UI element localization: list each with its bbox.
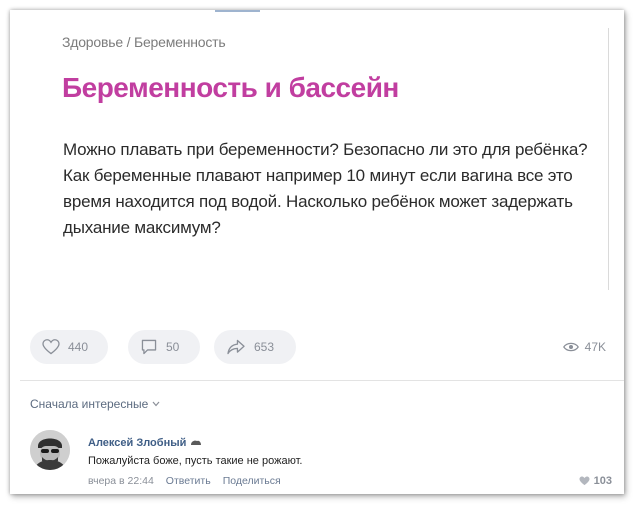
chevron-down-icon: [152, 401, 160, 407]
breadcrumb[interactable]: Здоровье / Беременность: [62, 34, 226, 50]
avatar-image: [30, 430, 70, 470]
divider: [20, 380, 624, 381]
share-link[interactable]: Поделиться: [223, 475, 281, 487]
comment-text: Пожалуйста боже, пусть такие не рожают.: [88, 455, 303, 467]
comment-author[interactable]: Алексей Злобный: [88, 437, 202, 449]
hat-icon: [191, 440, 202, 445]
post-edge-line: [608, 28, 609, 290]
heart-icon: [42, 339, 60, 355]
views-count: 47K: [584, 340, 606, 354]
comment-author-name: Алексей Злобный: [88, 437, 187, 449]
avatar[interactable]: [30, 430, 70, 470]
share-count: 653: [254, 340, 275, 354]
eye-icon: [562, 342, 579, 352]
comment-icon: [141, 339, 157, 355]
post-body: Можно плавать при беременности? Безопасн…: [63, 140, 588, 237]
heart-icon: [579, 476, 590, 486]
views-counter: 47K: [562, 340, 606, 354]
like-button[interactable]: 440: [30, 330, 108, 364]
comment-meta: вчера в 22:44 Ответить Поделиться: [88, 475, 293, 487]
comments-sort-dropdown[interactable]: Сначала интересные: [30, 397, 160, 411]
top-accent-strip: [215, 10, 260, 12]
like-count: 440: [68, 340, 89, 354]
comment-like-button[interactable]: 103: [579, 475, 612, 487]
sort-label: Сначала интересные: [30, 397, 149, 411]
share-icon: [227, 339, 245, 355]
post-card: Здоровье / Беременность Беременность и б…: [10, 10, 624, 494]
reply-link[interactable]: Ответить: [166, 475, 211, 487]
comment-button[interactable]: 50: [128, 330, 200, 364]
comment-time: вчера в 22:44: [88, 475, 154, 487]
post-title: Беременность и бассейн: [62, 72, 399, 103]
comment-count: 50: [166, 340, 180, 354]
comment-item: Алексей Злобный Пожалуйста боже, пусть т…: [30, 425, 624, 495]
share-button[interactable]: 653: [214, 330, 296, 364]
comment-like-count: 103: [593, 475, 612, 487]
